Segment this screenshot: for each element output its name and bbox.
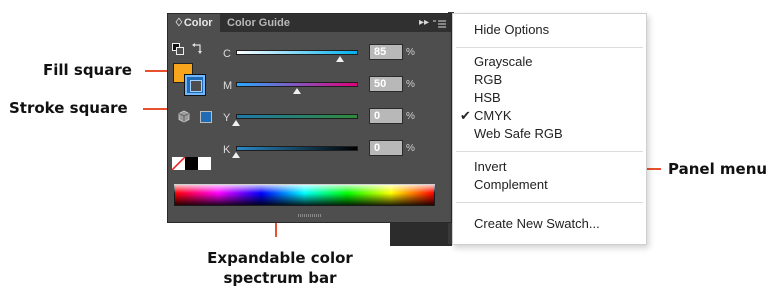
slider-thumb[interactable] (336, 56, 344, 62)
workspace-backdrop (390, 222, 452, 246)
color-panel: ♢Color Color Guide ▸▸ C 85 % M 50 % Y 0 … (167, 13, 452, 223)
percent-unit: % (406, 79, 415, 90)
channel-label-c: C (223, 48, 231, 60)
out-of-gamut-cube-icon[interactable] (178, 110, 190, 128)
percent-unit: % (406, 47, 415, 58)
swap-fill-stroke-icon[interactable] (192, 41, 204, 59)
channel-value-m[interactable]: 50 (369, 76, 403, 92)
slider-thumb[interactable] (232, 152, 240, 158)
menu-separator (456, 202, 643, 203)
tab-color[interactable]: ♢Color (168, 14, 220, 32)
menu-item-cmyk[interactable]: CMYK (474, 108, 512, 124)
white-swatch[interactable] (198, 157, 211, 170)
percent-unit: % (406, 143, 415, 154)
menu-item-web-safe-rgb[interactable]: Web Safe RGB (474, 126, 563, 142)
panel-menu-button[interactable] (433, 17, 447, 29)
panel-menu: Hide Options Grayscale RGB HSB ✔ CMYK We… (452, 13, 647, 245)
stroke-square[interactable] (184, 74, 206, 96)
stroke-square-callout: Stroke square (9, 99, 128, 117)
resize-grip[interactable] (298, 214, 322, 217)
menu-item-invert[interactable]: Invert (474, 159, 507, 175)
menu-separator (456, 151, 643, 152)
channel-slider-m[interactable] (236, 82, 358, 87)
none-swatch[interactable] (172, 157, 185, 170)
slider-thumb[interactable] (232, 120, 240, 126)
panel-menu-icon (433, 20, 446, 28)
tab-color-guide[interactable]: Color Guide (221, 14, 301, 32)
menu-item-grayscale[interactable]: Grayscale (474, 54, 533, 70)
channel-label-y: Y (223, 112, 231, 124)
slider-thumb[interactable] (293, 88, 301, 94)
spectrum-caption-line2: spectrum bar (223, 269, 337, 287)
channel-slider-c[interactable] (236, 50, 358, 55)
channel-slider-k[interactable] (236, 146, 358, 151)
spectrum-caption-line1: Expandable color (207, 249, 353, 267)
panel-menu-callout: Panel menu (668, 160, 768, 178)
spectrum-caption: Expandable color spectrum bar (190, 248, 370, 288)
default-fill-stroke-icon[interactable] (172, 42, 184, 60)
menu-item-create-new-swatch[interactable]: Create New Swatch... (474, 216, 600, 232)
black-swatch[interactable] (185, 157, 198, 170)
percent-unit: % (406, 111, 415, 122)
channel-label-k: K (223, 144, 231, 156)
channel-value-y[interactable]: 0 (369, 108, 403, 124)
panel-tab-bar: ♢Color Color Guide ▸▸ (168, 14, 451, 32)
menu-item-hide-options[interactable]: Hide Options (474, 22, 549, 38)
color-spectrum-bar[interactable] (174, 184, 435, 206)
menu-item-rgb[interactable]: RGB (474, 72, 502, 88)
menu-separator (456, 47, 643, 48)
collapse-arrows-icon[interactable]: ▸▸ (419, 14, 429, 32)
channel-value-k[interactable]: 0 (369, 140, 403, 156)
menu-item-hsb[interactable]: HSB (474, 90, 501, 106)
checkmark-icon: ✔ (460, 108, 471, 123)
fill-square-callout: Fill square (43, 61, 132, 79)
channel-value-c[interactable]: 85 (369, 44, 403, 60)
closest-color-swatch[interactable] (200, 111, 212, 123)
channel-label-m: M (223, 80, 233, 92)
channel-slider-y[interactable] (236, 114, 358, 119)
menu-item-complement[interactable]: Complement (474, 177, 548, 193)
